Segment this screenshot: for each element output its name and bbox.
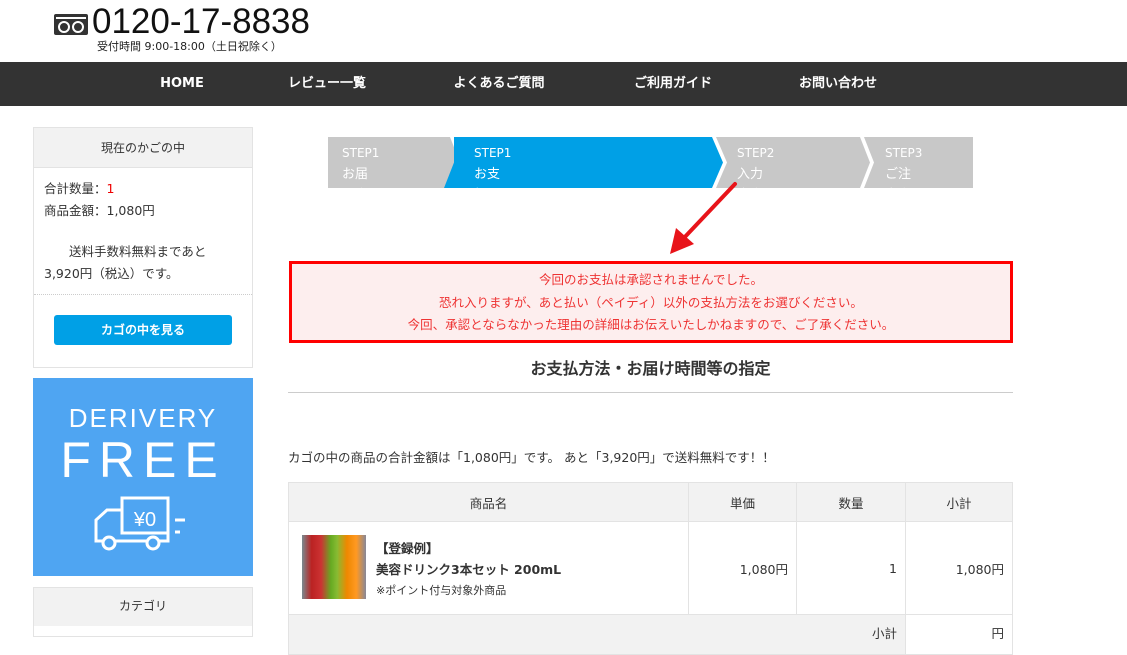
nav-home[interactable]: HOME: [160, 62, 204, 106]
col-product: 商品名: [288, 482, 689, 522]
subtotal-row: 小計 円: [288, 614, 1013, 655]
category-widget: カテゴリ: [33, 587, 253, 637]
banner-line2: FREE: [60, 432, 226, 488]
nav-faq[interactable]: よくあるご質問: [453, 62, 544, 106]
banner-line1: DERIVERY: [68, 403, 218, 433]
view-cart-button[interactable]: カゴの中を見る: [54, 315, 232, 345]
cart-title: 現在のかごの中: [34, 128, 252, 168]
freedial-icon: [54, 14, 88, 35]
step-complete: STEP3 ご注文完了: [885, 146, 923, 224]
cart-summary-text: カゴの中の商品の合計金額は「1,080円」です。 あと「3,920円」で送料無料…: [288, 450, 775, 465]
main-nav: HOME レビュー一覧 よくあるご質問 ご利用ガイド お問い合わせ: [0, 62, 1127, 106]
step-delivery-address: STEP1 お届け先の指定: [342, 146, 380, 245]
cart-amount: 商品金額：1,080円: [44, 203, 155, 218]
unit-price: 1,080円: [688, 521, 797, 615]
svg-text:¥0: ¥0: [133, 509, 156, 531]
subtotal: 1,080円: [905, 521, 1013, 615]
phone-number: 0120-17-8838: [92, 2, 310, 41]
quantity: 1: [796, 521, 906, 615]
cart-table: 商品名 単価 数量 小計 【登録例】 美容ドリンク3本セット 200mL ※ポイ…: [288, 482, 1013, 655]
red-arrow-annotation: [670, 182, 737, 254]
cart-qty: 合計数量：1: [44, 181, 115, 196]
col-price: 単価: [688, 482, 797, 522]
col-qty: 数量: [796, 482, 906, 522]
table-row: 【登録例】 美容ドリンク3本セット 200mL ※ポイント付与対象外商品 1,0…: [288, 521, 1013, 615]
subtotal-value: 円: [905, 614, 1013, 655]
page-title: お支払方法・お届け時間等の指定: [288, 355, 1013, 393]
payment-error-message: 今回のお支払は承認されませんでした。 恐れ入りますが、あと払い（ペイディ）以外の支…: [289, 261, 1013, 343]
free-delivery-banner[interactable]: DERIVERY FREE ¥0: [33, 378, 253, 576]
step-payment-method: STEP1お支払い方法・お届け時間帯の指定: [474, 146, 512, 350]
nav-guide[interactable]: ご利用ガイド: [634, 62, 712, 106]
product-image: [302, 535, 366, 599]
free-shipping-line2: 3,920円（税込）です。: [44, 266, 179, 281]
cart-widget: 現在のかごの中 合計数量：1 商品金額：1,080円 送料手数料無料まであと 3…: [33, 127, 253, 368]
col-subtotal: 小計: [905, 482, 1013, 522]
divider: [34, 294, 252, 295]
site-header: 0120-17-8838 受付時間 9:00-18:00（土日祝除く）: [0, 0, 1127, 62]
nav-contact[interactable]: お問い合わせ: [799, 62, 877, 106]
nav-reviews[interactable]: レビュー一覧: [288, 62, 366, 106]
category-title: カテゴリ: [34, 588, 252, 626]
subtotal-label: 小計: [288, 614, 906, 655]
free-shipping-line1: 送料手数料無料まであと: [69, 244, 207, 259]
truck-icon: ¥0: [94, 496, 185, 551]
business-hours: 受付時間 9:00-18:00（土日祝除く）: [97, 40, 282, 53]
